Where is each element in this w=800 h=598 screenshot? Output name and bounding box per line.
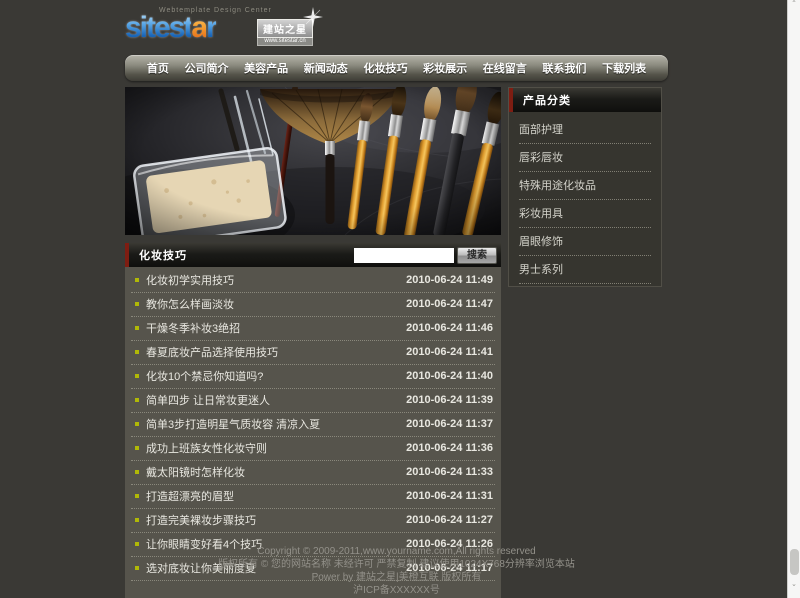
bullet-icon [135, 422, 139, 426]
search-input[interactable] [354, 248, 454, 263]
sidebar-item-mens-series[interactable]: 男士系列 [519, 256, 651, 284]
news-list-item[interactable]: 简单四步 让日常妆更迷人 2010-06-24 11:39 [131, 389, 495, 413]
bullet-icon [135, 518, 139, 522]
makeup-tips-title: 化妆技巧 [129, 247, 187, 263]
nav-item-home[interactable]: 首页 [147, 60, 169, 76]
news-item-date: 2010-06-24 11:37 [406, 418, 493, 430]
sparkle-icon [303, 7, 323, 27]
search-bar: 搜索 [354, 247, 497, 264]
news-item-date: 2010-06-24 11:31 [406, 490, 493, 502]
scrollbar-thumb[interactable] [790, 549, 799, 575]
bullet-icon [135, 398, 139, 402]
logo-badge-url: www.sitestar.cn [257, 38, 313, 46]
bullet-icon [135, 374, 139, 378]
sidebar-item-makeup-tools[interactable]: 彩妆用具 [519, 200, 651, 228]
sidebar-item-special-cosmetics[interactable]: 特殊用途化妆品 [519, 172, 651, 200]
bullet-icon [135, 302, 139, 306]
news-list-item[interactable]: 打造超漂亮的眉型 2010-06-24 11:31 [131, 485, 495, 509]
news-list-item[interactable]: 成功上班族女性化妆守则 2010-06-24 11:36 [131, 437, 495, 461]
logo-wordmark: sitestar [125, 13, 216, 43]
logo-wordmark-part1: sitest [125, 11, 191, 44]
site-logo[interactable]: Webtemplate Design Center sitestar 建站之星 … [125, 5, 365, 53]
sidebar-item-facial-care[interactable]: 面部护理 [519, 116, 651, 144]
scroll-up-icon[interactable]: ˆ [788, 0, 800, 14]
news-item-date: 2010-06-24 11:46 [406, 322, 493, 334]
bullet-icon [135, 494, 139, 498]
main-nav: 首页 公司简介 美容产品 新闻动态 化妆技巧 彩妆展示 在线留言 联系我们 下载… [125, 55, 668, 81]
news-list-item[interactable]: 干燥冬季补妆3绝招 2010-06-24 11:46 [131, 317, 495, 341]
nav-item-contact[interactable]: 联系我们 [542, 60, 586, 76]
news-item-title[interactable]: 干燥冬季补妆3绝招 [146, 320, 398, 336]
news-item-date: 2010-06-24 11:27 [406, 514, 493, 526]
news-list-item[interactable]: 春夏底妆产品选择使用技巧 2010-06-24 11:41 [131, 341, 495, 365]
news-item-title[interactable]: 成功上班族女性化妆守则 [146, 440, 398, 456]
product-categories-title: 产品分类 [513, 92, 571, 108]
news-list-item[interactable]: 打造完美裸妆步骤技巧 2010-06-24 11:27 [131, 509, 495, 533]
news-item-title[interactable]: 戴太阳镜时怎样化妆 [146, 464, 398, 480]
news-list-item[interactable]: 戴太阳镜时怎样化妆 2010-06-24 11:33 [131, 461, 495, 485]
news-list-item[interactable]: 化妆初学实用技巧 2010-06-24 11:49 [131, 269, 495, 293]
logo-wordmark-part2: a [191, 11, 206, 44]
news-item-date: 2010-06-24 11:47 [406, 298, 493, 310]
nav-item-makeup-tips[interactable]: 化妆技巧 [363, 60, 407, 76]
nav-item-company[interactable]: 公司简介 [184, 60, 228, 76]
footer-rights: 版权所有 © 您的网站名称 未经许可 严禁复制 建议使用1024X768分辨率浏… [125, 558, 668, 571]
news-list-item[interactable]: 化妆10个禁忌你知道吗? 2010-06-24 11:40 [131, 365, 495, 389]
nav-item-downloads[interactable]: 下载列表 [602, 60, 646, 76]
nav-item-guestbook[interactable]: 在线留言 [483, 60, 527, 76]
news-item-title[interactable]: 简单3步打造明星气质妆容 清凉入夏 [146, 416, 398, 432]
news-item-title[interactable]: 简单四步 让日常妆更迷人 [146, 392, 398, 408]
news-list: 化妆初学实用技巧 2010-06-24 11:49 教你怎么样画淡妆 2010-06… [125, 267, 501, 581]
product-categories-list: 面部护理 唇彩唇妆 特殊用途化妆品 彩妆用具 眉眼修饰 男士系列 [509, 112, 661, 286]
bullet-icon [135, 470, 139, 474]
news-list-item[interactable]: 教你怎么样画淡妆 2010-06-24 11:47 [131, 293, 495, 317]
news-item-title[interactable]: 打造超漂亮的眉型 [146, 488, 398, 504]
search-button[interactable]: 搜索 [457, 247, 497, 264]
footer-icp: 沪ICP备XXXXXX号 [125, 584, 668, 597]
news-item-title[interactable]: 教你怎么样画淡妆 [146, 296, 398, 312]
news-item-date: 2010-06-24 11:41 [406, 346, 493, 358]
news-item-title[interactable]: 打造完美裸妆步骤技巧 [146, 512, 398, 528]
product-categories-panel: 产品分类 面部护理 唇彩唇妆 特殊用途化妆品 彩妆用具 眉眼修饰 男士系列 [508, 87, 662, 287]
page: Webtemplate Design Center sitestar 建站之星 … [0, 0, 800, 598]
bullet-icon [135, 446, 139, 450]
sidebar-item-lip-makeup[interactable]: 唇彩唇妆 [519, 144, 651, 172]
news-item-title[interactable]: 化妆初学实用技巧 [146, 272, 398, 288]
news-item-date: 2010-06-24 11:39 [406, 394, 493, 406]
nav-item-makeup-show[interactable]: 彩妆展示 [423, 60, 467, 76]
makeup-brushes-illustration [125, 87, 501, 235]
news-item-title[interactable]: 春夏底妆产品选择使用技巧 [146, 344, 398, 360]
sidebar-item-brow-eye[interactable]: 眉眼修饰 [519, 228, 651, 256]
footer-copyright: Copyright © 2009-2011,www.yourname.com,A… [125, 545, 668, 558]
scrollbar[interactable]: ˆ ˇ [787, 0, 800, 598]
hero-makeup-brushes-photo [125, 87, 501, 235]
nav-item-news[interactable]: 新闻动态 [304, 60, 348, 76]
news-list-item[interactable]: 简单3步打造明星气质妆容 清凉入夏 2010-06-24 11:37 [131, 413, 495, 437]
news-item-date: 2010-06-24 11:36 [406, 442, 493, 454]
product-categories-header: 产品分类 [509, 88, 661, 112]
news-item-date: 2010-06-24 11:49 [406, 274, 493, 286]
news-item-title[interactable]: 化妆10个禁忌你知道吗? [146, 368, 398, 384]
bullet-icon [135, 278, 139, 282]
bullet-icon [135, 350, 139, 354]
bullet-icon [135, 326, 139, 330]
makeup-tips-header: 化妆技巧 搜索 [125, 243, 501, 267]
nav-item-beauty-products[interactable]: 美容产品 [244, 60, 288, 76]
scroll-down-icon[interactable]: ˇ [788, 584, 800, 598]
news-item-date: 2010-06-24 11:40 [406, 370, 493, 382]
news-item-date: 2010-06-24 11:33 [406, 466, 493, 478]
logo-wordmark-part3: r [206, 11, 216, 44]
footer: Copyright © 2009-2011,www.yourname.com,A… [125, 545, 668, 597]
footer-powered-by: Power by 建站之星|美橙互联 版权所有 [125, 571, 668, 584]
